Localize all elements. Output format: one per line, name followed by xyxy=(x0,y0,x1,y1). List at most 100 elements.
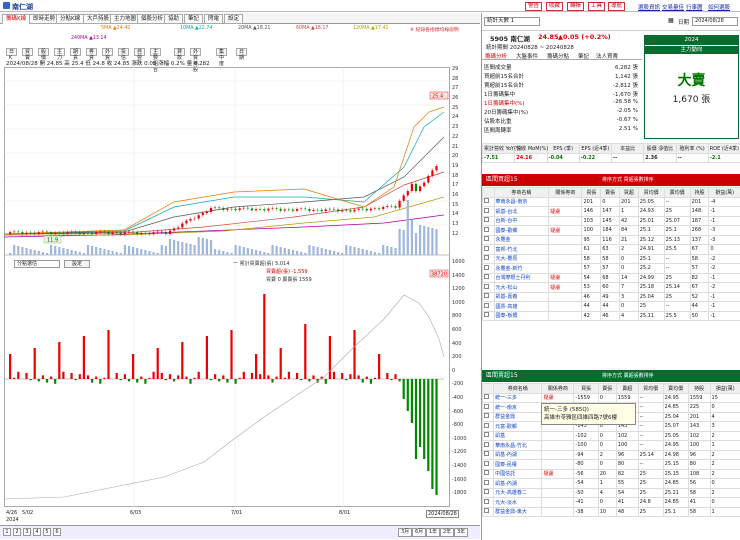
row-checkbox[interactable] xyxy=(481,411,495,422)
buy-table-row[interactable]: 華南永昌-南京 201 0 201 25.05 -- 201 -4 xyxy=(482,196,740,207)
date-input[interactable]: 2024/08/28 xyxy=(692,17,738,26)
period-3y-button[interactable]: 3年 xyxy=(454,528,469,537)
row-checkbox[interactable] xyxy=(482,206,495,217)
sell-table-row[interactable]: 凱基-內湖 -54 1 55 25 24.85 56 0 xyxy=(481,478,740,489)
row-checkbox[interactable] xyxy=(482,310,495,321)
buy-col-header[interactable]: 買張 xyxy=(581,187,602,198)
ptab-date[interactable]: 日期 xyxy=(236,48,248,61)
row-checkbox[interactable] xyxy=(481,402,495,413)
sell-col-header[interactable]: 券商名稱 xyxy=(493,383,543,394)
link-how-to[interactable]: 如何選股 xyxy=(708,3,730,11)
page-6-button[interactable]: 6 xyxy=(53,528,61,536)
period-2y-button[interactable]: 2年 xyxy=(440,528,455,537)
link-stock-info[interactable]: 選股資訊 xyxy=(638,3,660,11)
sell-table-row[interactable]: 群益金鼎-東大 -38 10 48 25 25.1 58 1 xyxy=(481,506,740,517)
row-checkbox[interactable] xyxy=(482,263,495,274)
sell-table-row[interactable]: 中國信託 疑慮 -56 20 82 25 25.15 108 2 xyxy=(481,468,740,479)
buy-col-header[interactable]: 賣張 xyxy=(600,187,620,198)
link-volume[interactable]: 交易量佳 xyxy=(662,3,684,11)
sub-indicator-dropdown[interactable]: 分點選估 xyxy=(14,260,60,268)
sell-col-header[interactable]: 賣均價 xyxy=(662,383,689,394)
rp-tab-notes[interactable]: 筆記 xyxy=(578,52,589,60)
rp-tab-chip[interactable]: 籌碼分析 xyxy=(485,52,507,60)
stats-days-dropdown[interactable]: 統計天數 1 xyxy=(484,17,540,26)
tab-broker-kline[interactable]: 分點K線 xyxy=(56,14,85,24)
sell-table-row[interactable]: 華南永昌-竹北 -100 0 100 -- 24.95 100 1 xyxy=(481,440,740,451)
buy-table-row[interactable]: 台灣摩根士丹利 疑慮 54 68 14 24.99 25 82 -1 xyxy=(482,272,740,283)
buy-col-header[interactable] xyxy=(482,187,495,198)
buy-sort-dropdown[interactable]: 排序方式 買超張數排序 xyxy=(602,174,654,186)
row-checkbox[interactable] xyxy=(481,440,495,451)
buy-col-header[interactable]: 持股 xyxy=(689,187,710,198)
row-checkbox[interactable] xyxy=(482,244,495,255)
row-checkbox[interactable] xyxy=(481,478,495,489)
tab-realtime[interactable]: 即時走勢 xyxy=(29,14,60,24)
buy-table-row[interactable]: 國泰-板橋 42 46 4 25.11 25.5 50 -1 xyxy=(482,310,740,321)
ptab-loan[interactable]: 貸款 xyxy=(174,48,186,61)
sell-col-header[interactable]: 買張 xyxy=(573,383,599,394)
buy-col-header[interactable]: 損益(萬) xyxy=(708,187,740,198)
period-3m-button[interactable]: 3月 xyxy=(398,528,413,537)
calendar-icon[interactable]: ▦ xyxy=(668,17,674,24)
buy-col-header[interactable]: 券商名稱 xyxy=(493,187,550,198)
sub-setting-button[interactable]: 設定 xyxy=(64,260,90,268)
sell-table-row[interactable]: 統一-三多 疑慮 -1559 0 1559 -- 24.95 1559 15 xyxy=(481,392,740,403)
page-1-button[interactable]: 1 xyxy=(3,528,11,536)
period-6m-button[interactable]: 6月 xyxy=(412,528,427,537)
tab-notes[interactable]: 筆記 xyxy=(184,14,204,24)
row-checkbox[interactable] xyxy=(481,459,495,470)
row-checkbox[interactable] xyxy=(481,392,495,403)
tools-button[interactable]: 工具 xyxy=(588,2,606,11)
row-checkbox[interactable] xyxy=(482,301,495,312)
buy-table-row[interactable]: 元大-松山 疑慮 53 60 7 25.18 25.14 67 -2 xyxy=(482,282,740,293)
buy-table-row[interactable]: 台新-台中 103 145 42 25.01 25.07 187 -1 xyxy=(482,215,740,226)
buy-col-header[interactable]: 賣均價 xyxy=(663,187,691,198)
favorite-button[interactable]: 收藏 xyxy=(546,2,564,11)
row-checkbox[interactable] xyxy=(481,487,495,498)
rp-tab-broker[interactable]: 籌碼分點 xyxy=(547,52,569,60)
transfer-button[interactable]: 轉帳 xyxy=(567,2,585,11)
page-3-button[interactable]: 3 xyxy=(23,528,31,536)
buy-col-header[interactable]: 買均價 xyxy=(637,187,665,198)
buy-table-row[interactable]: 凱基-台北 疑慮 146 147 1 24.93 25 148 -1 xyxy=(482,206,740,217)
row-checkbox[interactable] xyxy=(482,272,495,283)
sell-sort-dropdown[interactable]: 排序方式 賣超張數排序 xyxy=(602,370,654,382)
rp-tab-events[interactable]: 大盤事件 xyxy=(516,52,538,60)
tab-help[interactable]: 協助 xyxy=(164,14,184,24)
legend-note-link[interactable]: ※ 紀錄各指標均線說明 xyxy=(410,26,459,33)
row-checkbox[interactable] xyxy=(482,282,495,293)
sell-table-row[interactable]: 元大-高雄春二 -50 4 54 25 25.21 58 2 xyxy=(481,487,740,498)
link-calendar[interactable]: 行事曆 xyxy=(686,3,703,11)
ptab-price[interactable]: 股價 xyxy=(38,48,50,61)
row-checkbox[interactable] xyxy=(481,449,495,460)
ptab-trust[interactable]: 投信 xyxy=(118,48,130,61)
nav-button[interactable]: 導航 xyxy=(608,2,626,11)
row-checkbox[interactable] xyxy=(481,506,495,517)
row-checkbox[interactable] xyxy=(482,215,495,226)
row-checkbox[interactable] xyxy=(482,196,495,207)
rp-tab-institutional[interactable]: 法人買賣 xyxy=(596,52,618,60)
buy-table-row[interactable]: 永豐金 95 116 21 25.12 25.13 137 -3 xyxy=(482,234,740,245)
period-1y-button[interactable]: 1年 xyxy=(426,528,441,537)
buy-col-header[interactable]: 關係券商 xyxy=(548,187,583,198)
row-checkbox[interactable] xyxy=(482,291,495,302)
tab-chip-kline[interactable]: 籌碼K線 xyxy=(2,14,31,24)
sell-col-header[interactable]: 賣超 xyxy=(615,383,639,394)
buy-table-row[interactable]: 國泰-歡鄉 疑慮 100 184 84 25.1 25.1 268 -3 xyxy=(482,225,740,236)
sell-col-header[interactable]: 持股 xyxy=(687,383,711,394)
ptab-dealer[interactable]: 自營 xyxy=(134,48,146,61)
tab-flash[interactable]: 閃電 xyxy=(204,14,224,24)
ptab-foreign-holding[interactable]: 外資持股 xyxy=(190,48,202,73)
buy-table-row[interactable]: 永豐金-新竹 57 57 0 25.2 -- 57 -2 xyxy=(482,263,740,274)
ptab-concentration[interactable]: 集中度 xyxy=(216,48,228,67)
sell-table-row[interactable]: 凱基-內湖 -94 2 96 25.14 24.98 96 2 xyxy=(481,449,740,460)
buy-col-header[interactable]: 買超 xyxy=(618,187,639,198)
tab-settings[interactable]: 設定 xyxy=(224,14,244,24)
sell-col-header[interactable]: 賣張 xyxy=(597,383,617,394)
tab-major-holders[interactable]: 大戶持股 xyxy=(83,14,114,24)
tab-main-force-map[interactable]: 主力地圖 xyxy=(110,14,141,24)
row-checkbox[interactable] xyxy=(482,225,495,236)
sell-table-row[interactable]: 凱基 -102 0 102 -- 25.05 102 2 xyxy=(481,430,740,441)
buy-table-row[interactable]: 凱基-嘉義 46 49 3 25.04 25 52 -1 xyxy=(482,291,740,302)
ptab-daily[interactable]: 日K xyxy=(6,48,18,61)
